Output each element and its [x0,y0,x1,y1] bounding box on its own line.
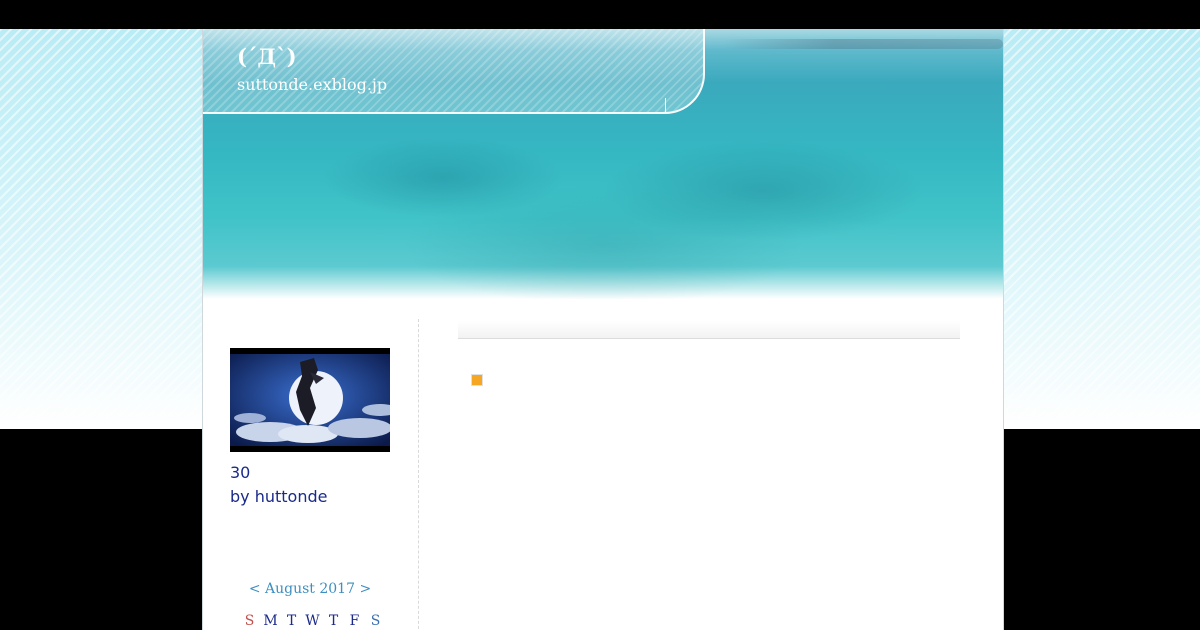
site-title[interactable]: (´Д`) [237,44,297,69]
profile-author[interactable]: by huttonde [230,487,327,506]
sidebar-divider [418,319,419,630]
weekday-friday: F [349,613,360,629]
weekday-monday: M [263,613,278,629]
weekday-thursday: T [328,613,339,629]
calendar-next-button[interactable]: > [359,581,371,597]
profile-name[interactable]: 30 [230,463,250,482]
profile-image[interactable] [230,348,390,452]
calendar-month-label[interactable]: August 2017 [265,581,355,597]
weekday-sunday: S [244,613,255,629]
calendar-prev-button[interactable]: < [249,581,261,597]
post-bullet-icon [471,374,483,386]
top-bar [0,0,1200,29]
title-tick [665,98,666,112]
horizon-island [723,39,1003,49]
weekday-tuesday: T [286,613,297,629]
weekday-saturday: S [370,613,381,629]
calendar-weekdays: S M T W T F S [239,613,389,629]
calendar-nav: < August 2017 > [230,581,390,597]
site-url[interactable]: suttonde.exblog.jp [237,75,387,94]
header-banner: (´Д`) suttonde.exblog.jp [203,29,1003,299]
weekday-wednesday: W [305,613,320,629]
title-box: (´Д`) suttonde.exblog.jp [203,29,705,114]
blog-page: (´Д`) suttonde.exblog.jp 30 by huttonde … [202,29,1004,630]
post-header-bar [458,321,960,339]
